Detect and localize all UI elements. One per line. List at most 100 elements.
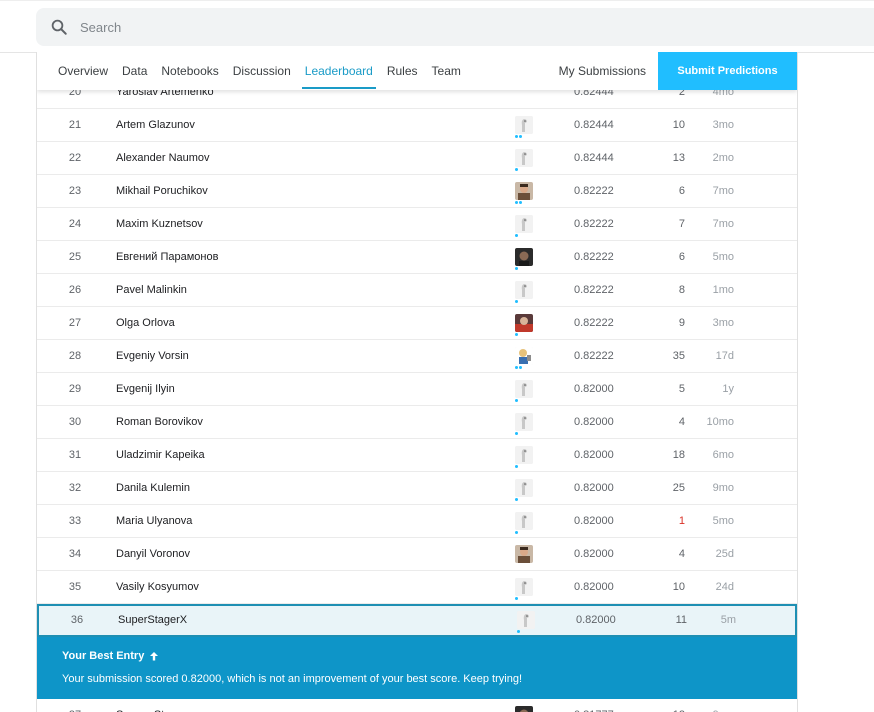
avatar[interactable] [515,314,533,332]
avatar[interactable] [515,182,533,200]
team-name[interactable]: Roman Borovikov [116,406,203,438]
avatar[interactable] [515,347,533,365]
entries-count: 35 [647,340,685,372]
entries-count: 8 [647,274,685,306]
best-entry-message: Your submission scored 0.82000, which is… [62,673,522,685]
avatar[interactable] [515,545,533,563]
tab-leaderboard[interactable]: Leaderboard [298,52,380,90]
table-row[interactable]: 31Uladzimir Kapeika0.82000186mo [37,439,797,472]
tab-data[interactable]: Data [115,52,154,90]
medal-dot-icon [515,135,518,138]
medal-dot-icon [515,597,518,600]
team-name[interactable]: Danila Kulemin [116,472,190,504]
last-submission: 10mo [687,406,734,438]
table-row[interactable]: 24Maxim Kuznetsov0.8222277mo [37,208,797,241]
leaderboard-table: 20 Yaroslav Artemenko 0.82444 2 4mo 21Ar… [37,76,797,712]
competition-tabs: Overview Data Notebooks Discussion Leade… [37,52,797,90]
avatar[interactable] [515,116,533,134]
entries-count: 12 [647,699,685,712]
table-row[interactable]: 26Pavel Malinkin0.8222281mo [37,274,797,307]
table-row[interactable]: 27Olga Orlova0.8222293mo [37,307,797,340]
avatar[interactable] [515,149,533,167]
team-name[interactable]: SuperStagerX [118,606,187,635]
score: 0.82222 [574,307,614,339]
table-row[interactable]: 34Danyil Voronov0.82000425d [37,538,797,571]
best-entry-banner: Your Best Entry Your submission scored 0.… [37,637,797,699]
medal-dot-icon [515,531,518,534]
last-submission: 9mo [687,472,734,504]
avatar[interactable] [515,446,533,464]
table-row[interactable]: 28Evgeniy Vorsin0.822223517d [37,340,797,373]
table-row[interactable]: 22Alexander Naumov0.82444132mo [37,142,797,175]
team-name[interactable]: Evgeniy Vorsin [116,340,189,372]
avatar[interactable] [515,248,533,266]
rank: 21 [55,109,95,141]
table-row[interactable]: 25Евгений Парамонов0.8222265mo [37,241,797,274]
score: 0.82000 [574,472,614,504]
team-name[interactable]: Uladzimir Kapeika [116,439,205,471]
rank: 33 [55,505,95,537]
team-name[interactable]: Maxim Kuznetsov [116,208,203,240]
score: 0.82000 [574,505,614,537]
avatar[interactable] [515,281,533,299]
avatar[interactable] [515,706,533,712]
table-row[interactable]: 21Artem Glazunov0.82444103mo [37,109,797,142]
entries-count: 4 [647,538,685,570]
tab-rules[interactable]: Rules [380,52,425,90]
avatar[interactable] [515,215,533,233]
rank: 22 [55,142,95,174]
table-row[interactable]: 29Evgenij Ilyin0.8200051y [37,373,797,406]
medal-dot-icon [515,432,518,435]
score: 0.82444 [574,142,614,174]
score: 0.81777 [574,699,614,712]
submit-predictions-button[interactable]: Submit Predictions [658,52,797,90]
table-row[interactable]: 30Roman Borovikov0.82000410mo [37,406,797,439]
avatar[interactable] [515,578,533,596]
medal-dot-icon [515,465,518,468]
medal-dot-icon [515,267,518,270]
entries-count: 6 [647,175,685,207]
search-bar[interactable] [36,8,874,46]
avatar[interactable] [517,611,535,629]
team-name[interactable]: Artem Glazunov [116,109,195,141]
entries-count: 10 [647,571,685,603]
medal-dot-icon [515,300,518,303]
team-name[interactable]: Alexander Naumov [116,142,210,174]
team-name[interactable]: Evgenij Ilyin [116,373,175,405]
search-input[interactable] [78,19,782,36]
rank: 28 [55,340,95,372]
avatar[interactable] [515,380,533,398]
avatar[interactable] [515,413,533,431]
table-row[interactable]: 37Sergey Stepovoy0.81777129mo [37,699,797,712]
rank: 31 [55,439,95,471]
avatar[interactable] [515,479,533,497]
table-row[interactable]: 32 Danila Kulemin 0.82000 259mo [37,472,797,505]
team-name[interactable]: Danyil Voronov [116,538,190,570]
team-name[interactable]: Евгений Парамонов [116,241,218,273]
table-row[interactable]: 33Maria Ulyanova0.8200015mo [37,505,797,538]
team-name[interactable]: Mikhail Poruchikov [116,175,208,207]
team-name[interactable]: Pavel Malinkin [116,274,187,306]
my-submissions-link[interactable]: My Submissions [559,64,646,78]
table-row[interactable]: 23Mikhail Poruchikov0.8222267mo [37,175,797,208]
team-name[interactable]: Vasily Kosyumov [116,571,199,603]
top-divider [0,0,874,1]
tab-team[interactable]: Team [425,52,468,90]
medal-dot-icon [515,498,518,501]
entries-count: 25 [647,472,685,504]
score: 0.82000 [576,606,616,635]
team-name[interactable]: Maria Ulyanova [116,505,192,537]
score: 0.82000 [574,373,614,405]
table-row[interactable]: 35Vasily Kosyumov0.820001024d [37,571,797,604]
avatar[interactable] [515,512,533,530]
tab-notebooks[interactable]: Notebooks [154,52,225,90]
tab-discussion[interactable]: Discussion [226,52,298,90]
medal-dot-icon [515,366,518,369]
tab-overview[interactable]: Overview [37,52,115,90]
best-entry-title: Your Best Entry [62,650,159,662]
rank: 32 [55,472,95,504]
medal-dot-icon [515,333,518,336]
my-table-row[interactable]: 36SuperStagerX0.82000115m [37,604,797,637]
team-name[interactable]: Olga Orlova [116,307,175,339]
team-name[interactable]: Sergey Stepovoy [116,699,200,712]
